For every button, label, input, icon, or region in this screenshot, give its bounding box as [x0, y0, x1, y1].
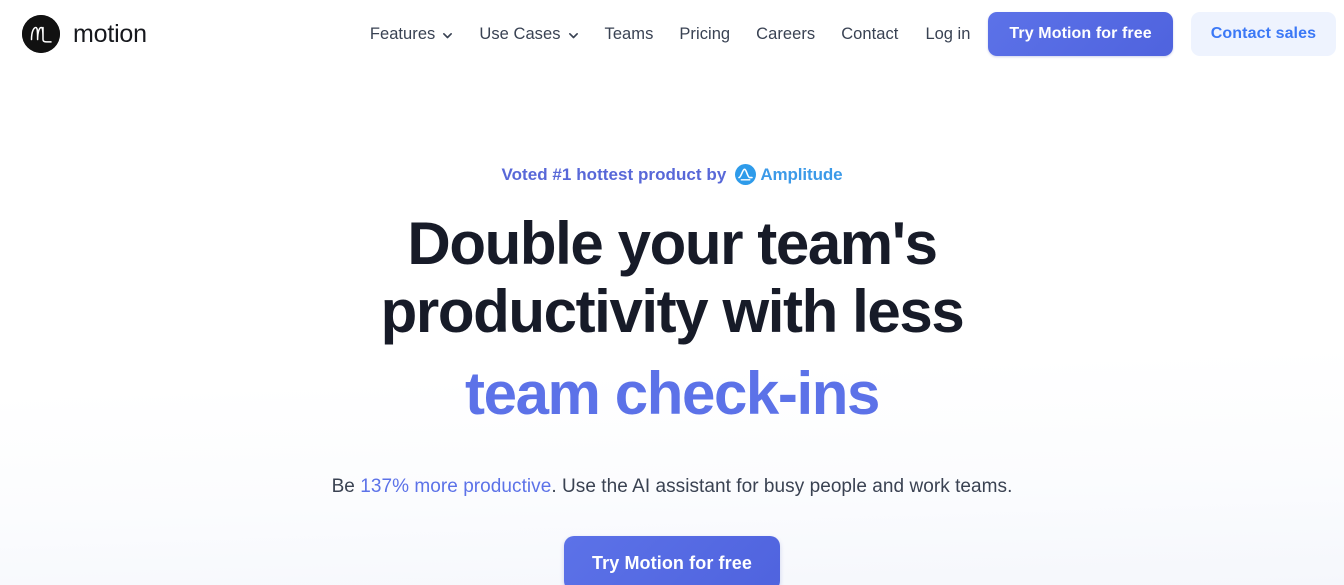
try-motion-for-free-button-hero[interactable]: Try Motion for free — [564, 536, 780, 585]
hero-headline-line-2: productivity with less — [380, 278, 965, 345]
header-actions: Log in Try Motion for free Contact sales — [911, 12, 1337, 56]
brand-logo-link[interactable]: motion — [22, 15, 147, 53]
hero-headline: Double your team's productivity with les… — [0, 210, 1344, 428]
site-header: motion Features Use Cases Teams Pricing … — [0, 0, 1344, 68]
nav-item-pricing[interactable]: Pricing — [666, 17, 743, 52]
hero-headline-accent: team check-ins — [465, 360, 880, 427]
nav-item-features[interactable]: Features — [357, 17, 467, 52]
chevron-down-icon — [568, 32, 578, 38]
hero-subheadline: Be 137% more productive. Use the AI assi… — [0, 476, 1344, 498]
hero-cta-wrapper: Try Motion for free — [0, 536, 1344, 585]
award-badge-text: Voted #1 hottest product by — [501, 164, 727, 184]
chevron-down-icon — [443, 32, 453, 38]
nav-item-careers[interactable]: Careers — [743, 17, 828, 52]
amplitude-logo-icon — [735, 164, 757, 185]
main-navigation: Features Use Cases Teams Pricing Careers… — [357, 17, 912, 52]
try-motion-for-free-button-header[interactable]: Try Motion for free — [988, 12, 1173, 56]
nav-item-label: Contact — [841, 24, 899, 43]
amplitude-wordmark: Amplitude — [760, 164, 843, 184]
amplitude-lockup: Amplitude — [735, 164, 843, 185]
hero-sub-before: Be — [331, 476, 361, 497]
motion-m-logo-icon — [22, 15, 60, 53]
nav-item-teams[interactable]: Teams — [592, 17, 667, 52]
nav-item-label: Careers — [756, 24, 816, 43]
hero-section: Voted #1 hottest product by Amplitude Do… — [0, 68, 1344, 585]
nav-item-use-cases[interactable]: Use Cases — [466, 17, 591, 52]
award-badge[interactable]: Voted #1 hottest product by Amplitude — [501, 164, 843, 185]
nav-item-label: Pricing — [679, 24, 731, 43]
login-link[interactable]: Log in — [911, 17, 984, 52]
nav-item-label: Use Cases — [479, 24, 561, 43]
hero-headline-line-1: Double your team's — [407, 210, 938, 277]
brand-name: motion — [73, 19, 147, 48]
nav-item-contact[interactable]: Contact — [828, 17, 911, 52]
nav-item-label: Teams — [604, 24, 654, 43]
productivity-stat-link[interactable]: 137% more productive — [360, 476, 551, 497]
hero-sub-after: . Use the AI assistant for busy people a… — [551, 476, 1013, 497]
nav-item-label: Features — [369, 24, 436, 43]
contact-sales-button[interactable]: Contact sales — [1190, 12, 1337, 56]
